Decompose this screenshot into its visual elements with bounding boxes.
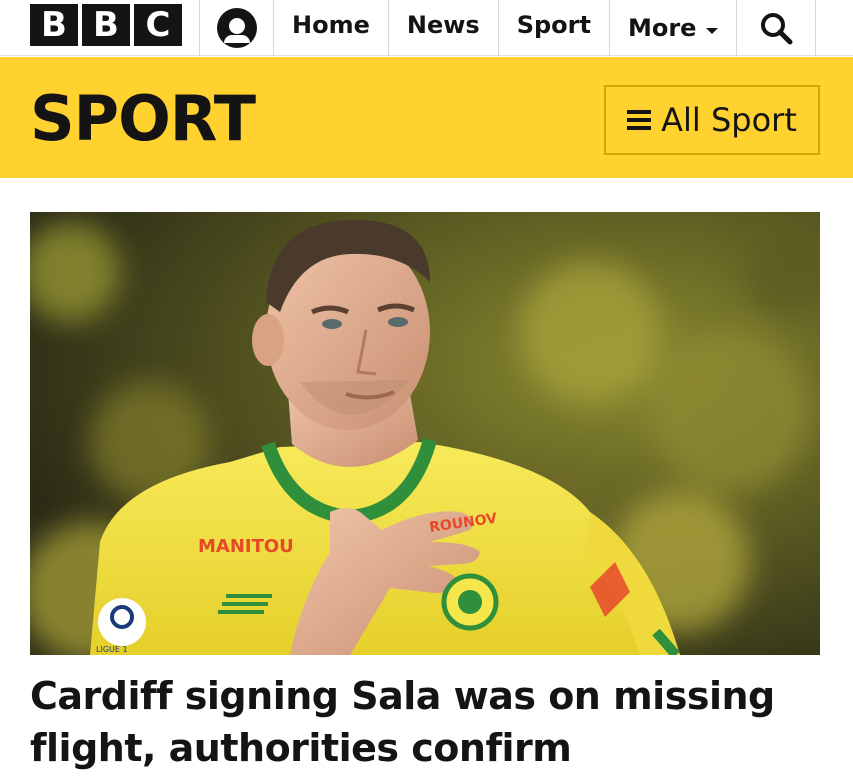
shirt-sponsor-text: MANITOU: [198, 536, 294, 557]
footballer-photo: MANITOU ROUNOV LIGUE 1: [30, 212, 820, 655]
bbc-logo-block: C: [134, 4, 182, 46]
account-icon: [216, 8, 257, 48]
nav-links: Home News Sport More: [273, 0, 817, 56]
nav-item-more[interactable]: More: [608, 0, 736, 56]
bbc-logo-block: B: [82, 4, 130, 46]
hamburger-icon: [627, 110, 652, 130]
section-title[interactable]: SPORT: [30, 81, 256, 157]
bbc-logo[interactable]: B B C: [30, 4, 182, 46]
search-button[interactable]: [736, 0, 817, 56]
all-sport-button[interactable]: All Sport: [604, 85, 820, 155]
nav-item-more-label: More: [627, 14, 697, 42]
nav-item-sport[interactable]: Sport: [497, 0, 609, 56]
sport-header: SPORT All Sport: [0, 57, 853, 178]
nav-item-news[interactable]: News: [387, 0, 498, 56]
account-button[interactable]: [199, 0, 273, 56]
nav-item-home[interactable]: Home: [273, 0, 388, 56]
bbc-logo-block: B: [30, 4, 78, 46]
sleeve-patch-text: LIGUE 1: [96, 645, 128, 654]
article-hero-image[interactable]: MANITOU ROUNOV LIGUE 1: [30, 212, 820, 655]
article-headline[interactable]: Cardiff signing Sala was on missing flig…: [30, 670, 820, 774]
global-nav: B B C Home News Sport More: [0, 0, 853, 56]
all-sport-label: All Sport: [661, 101, 797, 139]
search-icon: [761, 13, 793, 45]
chevron-down-icon: [706, 28, 719, 34]
